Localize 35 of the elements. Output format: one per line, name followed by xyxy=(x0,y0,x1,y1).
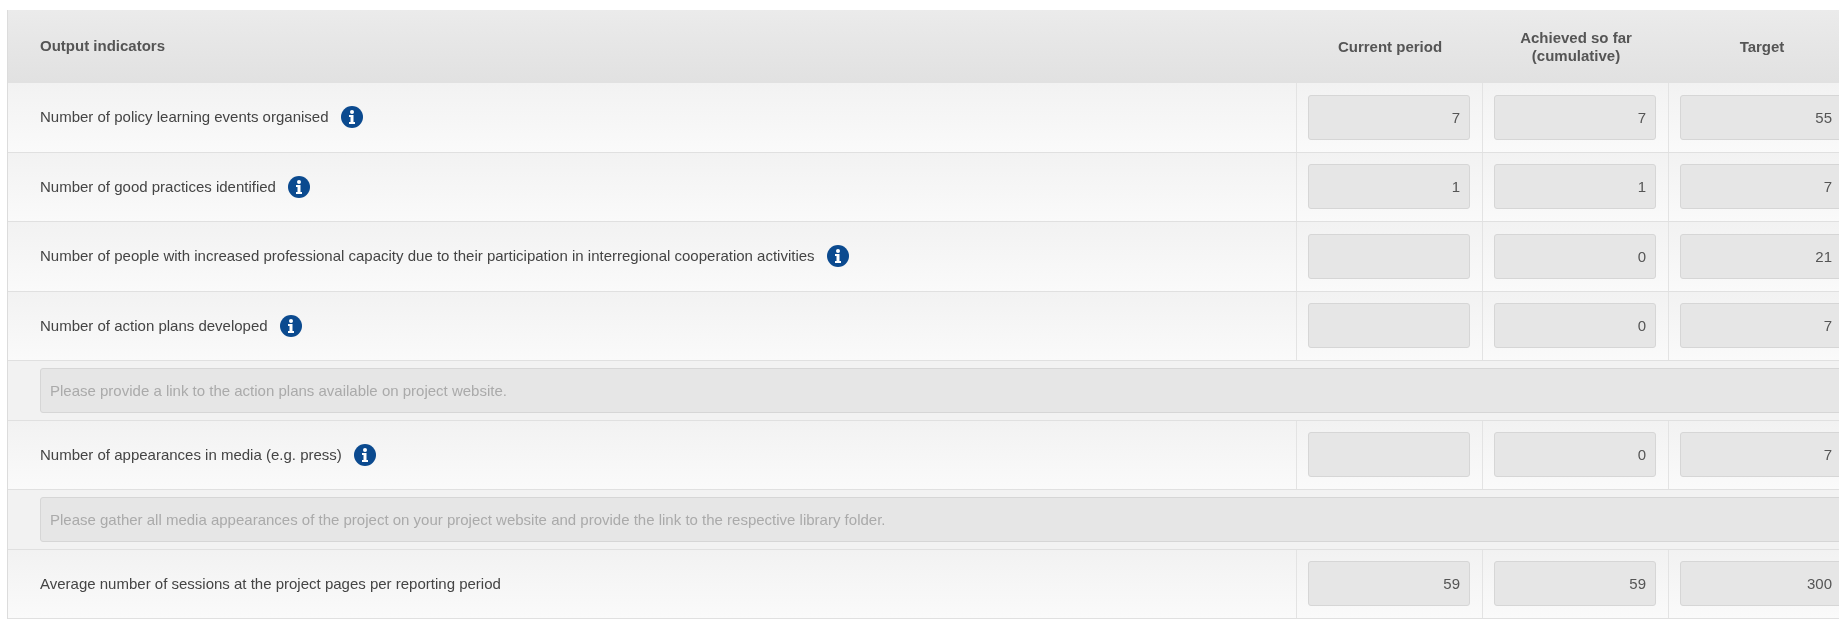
number-field[interactable]: 0 xyxy=(1494,432,1656,478)
info-icon[interactable] xyxy=(287,175,310,198)
info-icon[interactable] xyxy=(826,245,849,268)
number-field[interactable] xyxy=(1308,432,1470,478)
number-field[interactable]: 7 xyxy=(1494,94,1656,140)
number-field[interactable]: 59 xyxy=(1308,561,1470,607)
number-field[interactable]: 300 xyxy=(1680,561,1839,607)
indicator-label: Number of appearances in media (e.g. press) xyxy=(40,444,342,465)
column-header: Current period xyxy=(1337,37,1443,56)
number-field[interactable]: 55 xyxy=(1680,94,1839,140)
number-field[interactable] xyxy=(1308,303,1470,349)
info-icon[interactable] xyxy=(279,314,302,337)
info-icon[interactable] xyxy=(340,106,363,129)
number-field[interactable]: 1 xyxy=(1494,164,1656,210)
number-field[interactable]: 7 xyxy=(1680,432,1839,478)
number-field[interactable]: 0 xyxy=(1494,303,1656,349)
link-input-field[interactable]: Please provide a link to the action plans available on project website. xyxy=(40,367,1839,413)
number-field[interactable]: 59 xyxy=(1494,561,1656,607)
number-field[interactable]: 7 xyxy=(1308,94,1470,140)
number-field[interactable]: 1 xyxy=(1308,164,1470,210)
column-header: Achieved so far (cumulative) xyxy=(1519,28,1633,65)
number-field[interactable]: 7 xyxy=(1680,303,1839,349)
indicator-label: Average number of sessions at the project pages per reporting period xyxy=(40,573,501,594)
info-icon[interactable] xyxy=(353,443,376,466)
number-field[interactable]: 7 xyxy=(1680,164,1839,210)
indicator-label: Number of good practices identified xyxy=(40,176,276,197)
column-header: Output indicators xyxy=(40,37,165,55)
indicator-label: Number of people with increased professional capacity due to their participation in interregional cooperation activities xyxy=(40,246,815,266)
number-field[interactable]: 21 xyxy=(1680,233,1839,279)
link-input-field[interactable]: Please gather all media appearances of the project on your project website and provide the link to the respective library folder. xyxy=(40,496,1839,542)
indicator-label: Number of action plans developed xyxy=(40,315,268,336)
number-field[interactable] xyxy=(1308,233,1470,279)
number-field[interactable]: 0 xyxy=(1494,233,1656,279)
indicator-label: Number of policy learning events organised xyxy=(40,107,329,127)
column-header: Target xyxy=(1739,37,1785,56)
